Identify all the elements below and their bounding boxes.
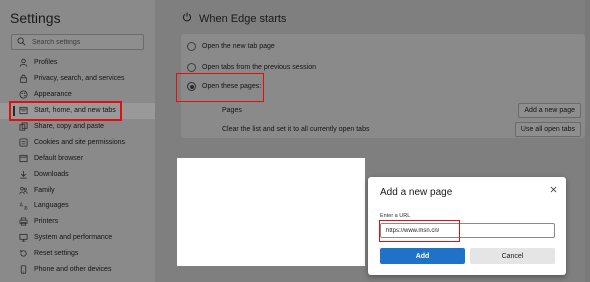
option-open-these-pages[interactable]: Open these pages:: [187, 82, 261, 91]
radio-button[interactable]: [187, 42, 196, 51]
sidebar-item-label: Phone and other devices: [34, 266, 112, 274]
sidebar-item-profiles[interactable]: Profiles: [0, 55, 155, 71]
clear-list-row: Clear the list and set it to all current…: [222, 120, 581, 138]
settings-sidebar: Settings Profiles Privacy, search, and s…: [0, 0, 155, 282]
add-button[interactable]: Add: [380, 248, 465, 264]
browser-icon: [19, 154, 28, 163]
url-field-label: Enter a URL: [380, 213, 411, 219]
blank-panel: [177, 158, 365, 266]
search-icon: [17, 33, 26, 51]
sidebar-item-label: Printers: [34, 218, 59, 226]
cookies-icon: [19, 138, 28, 147]
sidebar-nav: Profiles Privacy, search, and services A…: [0, 55, 155, 277]
close-button[interactable]: [548, 184, 558, 194]
sidebar-item-label: Cookies and site permissions: [34, 138, 126, 146]
cancel-button[interactable]: Cancel: [470, 248, 555, 264]
dialog-title: Add a new page: [380, 187, 453, 198]
option-label: Open tabs from the previous session: [202, 64, 317, 71]
sidebar-item-reset[interactable]: Reset settings: [0, 246, 155, 262]
scrollbar[interactable]: [585, 0, 590, 282]
sidebar-item-start-home-tabs[interactable]: Start, home, and new tabs: [0, 102, 155, 119]
pages-label: Pages: [222, 106, 242, 114]
lock-icon: [19, 74, 28, 84]
home-tabs-icon: [19, 106, 28, 115]
add-new-page-button[interactable]: Add a new page: [518, 102, 581, 118]
appearance-icon: [19, 90, 28, 99]
sidebar-item-downloads[interactable]: Downloads: [0, 166, 155, 182]
add-page-dialog: Add a new page Enter a URL Add Cancel: [368, 177, 566, 275]
svg-text:あ: あ: [23, 206, 28, 211]
option-new-tab[interactable]: Open the new tab page: [187, 42, 275, 51]
sidebar-item-label: Languages: [34, 202, 69, 210]
settings-title: Settings: [10, 10, 61, 26]
sidebar-item-appearance[interactable]: Appearance: [0, 87, 155, 103]
section-title: When Edge starts: [199, 12, 287, 25]
search-box[interactable]: [11, 34, 144, 50]
sidebar-item-languages[interactable]: Aあ Languages: [0, 198, 155, 214]
sidebar-item-label: Privacy, search, and services: [34, 75, 125, 83]
radio-button[interactable]: [187, 63, 196, 72]
sidebar-item-printers[interactable]: Printers: [0, 214, 155, 230]
sidebar-item-family[interactable]: Family: [0, 182, 155, 198]
search-input[interactable]: [32, 38, 142, 46]
url-input[interactable]: [380, 223, 555, 238]
sidebar-item-system[interactable]: System and performance: [0, 230, 155, 246]
sidebar-item-cookies[interactable]: Cookies and site permissions: [0, 134, 155, 150]
option-label: Open the new tab page: [202, 43, 275, 50]
sidebar-item-label: Reset settings: [34, 250, 79, 258]
sidebar-item-label: System and performance: [34, 234, 113, 242]
download-icon: [19, 170, 28, 179]
section-header: When Edge starts: [182, 12, 286, 25]
option-label: Open these pages:: [202, 83, 262, 90]
system-icon: [19, 233, 28, 242]
sidebar-item-label: Share, copy and paste: [34, 123, 105, 130]
sidebar-item-label: Start, home, and new tabs: [34, 107, 116, 115]
reset-icon: [19, 249, 28, 258]
sidebar-item-label: Downloads: [34, 170, 69, 178]
close-icon: [550, 180, 557, 198]
sidebar-item-label: Default browser: [34, 154, 84, 162]
clear-list-label: Clear the list and set it to all current…: [222, 125, 370, 133]
sidebar-item-default-browser[interactable]: Default browser: [0, 150, 155, 166]
sidebar-item-label: Family: [34, 186, 55, 194]
sidebar-item-share[interactable]: Share, copy and paste: [0, 119, 155, 135]
sidebar-item-privacy[interactable]: Privacy, search, and services: [0, 71, 155, 87]
profile-icon: [19, 58, 28, 68]
family-icon: [19, 186, 28, 195]
sidebar-item-phone[interactable]: Phone and other devices: [0, 262, 155, 278]
share-icon: [19, 122, 28, 131]
phone-icon: [19, 265, 28, 274]
power-icon: [182, 12, 199, 25]
use-all-open-tabs-button[interactable]: Use all open tabs: [514, 121, 581, 137]
language-icon: Aあ: [19, 201, 28, 211]
sidebar-item-label: Appearance: [34, 91, 72, 99]
pages-row: Pages Add a new page: [222, 101, 581, 119]
option-previous-session[interactable]: Open tabs from the previous session: [187, 63, 316, 72]
radio-button-selected[interactable]: [187, 82, 196, 91]
startup-options-panel: Open the new tab page Open tabs from the…: [181, 34, 585, 138]
printer-icon: [19, 217, 28, 226]
sidebar-item-label: Profiles: [34, 59, 58, 67]
